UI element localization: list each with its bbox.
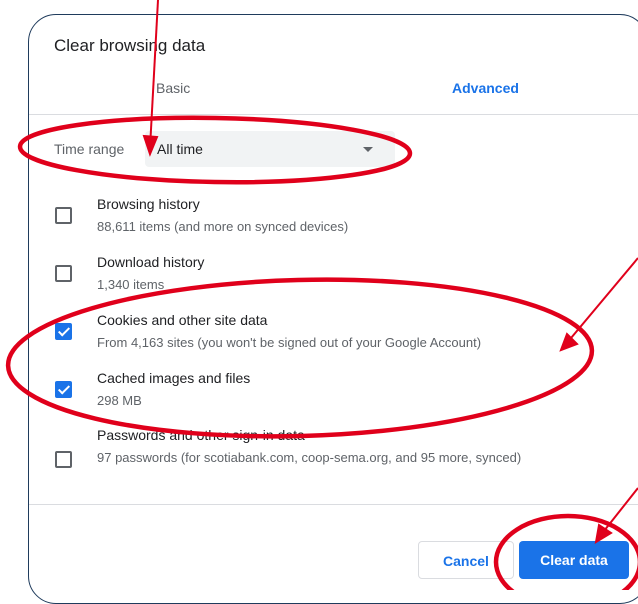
checkbox-download-history[interactable]: [55, 265, 72, 282]
clear-data-button-label: Clear data: [540, 552, 608, 568]
item-label: Cached images and files: [97, 370, 251, 386]
cancel-button-label: Cancel: [443, 553, 489, 569]
dropdown-caret-icon: [363, 147, 373, 152]
clear-browsing-data-dialog: [28, 14, 638, 604]
item-label: Cookies and other site data: [97, 312, 268, 328]
footer-divider: [29, 504, 638, 505]
time-range-label: Time range: [54, 141, 125, 157]
item-label: Browsing history: [97, 196, 200, 212]
checkbox-cookies[interactable]: [55, 323, 72, 340]
checkbox-passwords[interactable]: [55, 451, 72, 468]
item-label: Passwords and other sign-in data: [97, 427, 305, 443]
checkbox-cached-images[interactable]: [55, 381, 72, 398]
tab-basic[interactable]: Basic: [156, 80, 190, 96]
cancel-button[interactable]: Cancel: [418, 541, 514, 579]
dialog-title: Clear browsing data: [54, 36, 206, 55]
tab-advanced[interactable]: Advanced: [452, 80, 519, 96]
item-sub: From 4,163 sites (you won't be signed ou…: [97, 335, 482, 350]
tabs-divider: [29, 114, 638, 115]
item-label: Download history: [97, 254, 205, 270]
item-sub: 88,611 items (and more on synced devices…: [97, 219, 349, 234]
time-range-value: All time: [157, 141, 203, 157]
item-sub: 97 passwords (for scotiabank.com, coop-s…: [97, 450, 522, 465]
item-sub: 1,340 items: [97, 277, 165, 292]
item-sub: 298 MB: [97, 393, 142, 408]
time-range-select[interactable]: All time: [145, 131, 395, 167]
checkbox-browsing-history[interactable]: [55, 207, 72, 224]
clear-data-button[interactable]: Clear data: [519, 541, 629, 579]
